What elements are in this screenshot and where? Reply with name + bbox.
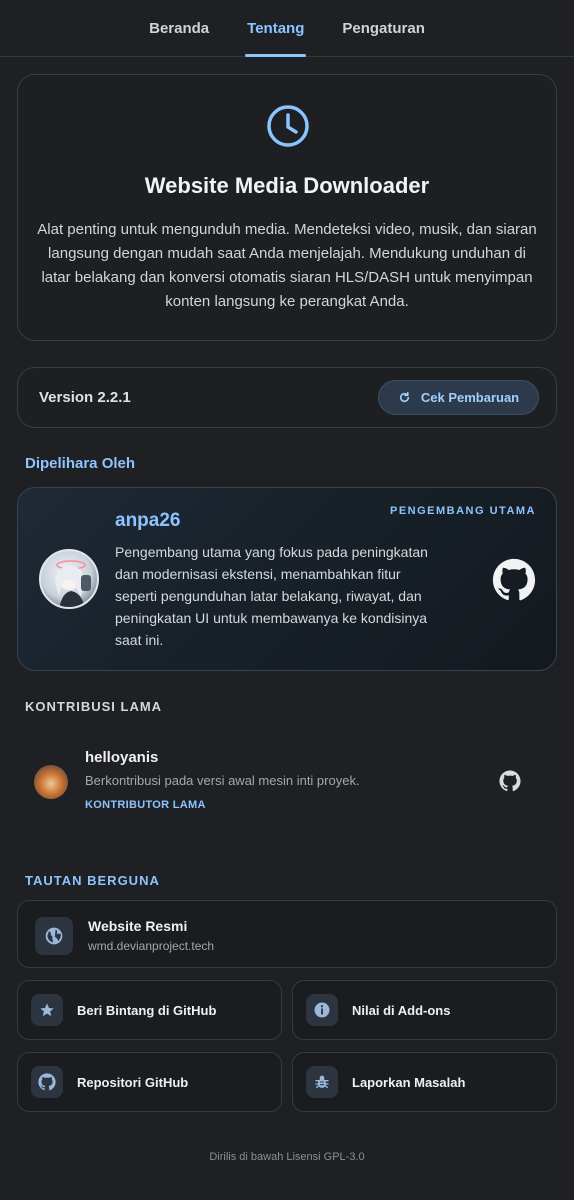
contributor-description: Berkontribusi pada versi awal mesin inti… <box>85 773 360 788</box>
website-label: Website Resmi <box>88 918 188 934</box>
official-website-link[interactable]: Website Resmi wmd.devianproject.tech <box>17 900 557 968</box>
contributor-name: helloyanis <box>85 749 159 766</box>
app-title: Website Media Downloader <box>144 173 430 198</box>
globe-icon <box>35 917 73 955</box>
tab-bar: Beranda Tentang Pengaturan <box>0 0 574 57</box>
version-label: Version 2.2.1 <box>39 389 131 406</box>
version-card: Version 2.2.1 Cek Pembaruan <box>17 367 557 428</box>
github-icon[interactable] <box>499 770 521 792</box>
report-issue-label: Laporkan Masalah <box>352 1075 466 1090</box>
contributor-avatar <box>34 765 68 799</box>
report-issue-link[interactable]: Laporkan Masalah <box>292 1052 557 1112</box>
maintained-section-title: Dipelihara Oleh <box>25 455 136 472</box>
github-icon[interactable] <box>492 558 536 602</box>
maintainer-card: anpa26 PENGEMBANG UTAMA Pengembang utama… <box>17 487 557 671</box>
check-update-label: Cek Pembaruan <box>420 390 520 405</box>
info-icon <box>306 994 338 1026</box>
check-update-button[interactable]: Cek Pembaruan <box>378 380 539 415</box>
tab-beranda[interactable]: Beranda <box>147 0 211 56</box>
star-icon <box>31 994 63 1026</box>
maintainer-description: Pengembang utama yang fokus pada peningk… <box>115 544 428 648</box>
github-repo-label: Repositori GitHub <box>77 1075 189 1090</box>
license-footer: Dirilis di bawah Lisensi GPL-3.0 <box>209 1151 365 1163</box>
website-url: wmd.devianproject.tech <box>88 939 215 953</box>
rate-addons-label: Nilai di Add-ons <box>352 1003 451 1018</box>
app-description: Alat penting untuk mengunduh media. Mend… <box>37 221 537 310</box>
refresh-icon <box>399 391 409 403</box>
rate-addons-link[interactable]: Nilai di Add-ons <box>292 980 557 1040</box>
github-repo-link[interactable]: Repositori GitHub <box>17 1052 282 1112</box>
links-section-title: TAUTAN BERGUNA <box>25 873 160 888</box>
tab-pengaturan[interactable]: Pengaturan <box>340 0 427 56</box>
maintainer-name: anpa26 <box>115 510 181 531</box>
maintainer-role: PENGEMBANG UTAMA <box>389 505 536 517</box>
bug-icon <box>306 1066 338 1098</box>
maintainer-avatar <box>39 549 99 609</box>
legacy-contributor-row: helloyanis Berkontribusi pada versi awal… <box>17 745 557 820</box>
tab-tentang[interactable]: Tentang <box>245 0 307 57</box>
clock-icon <box>267 105 309 147</box>
star-github-label: Beri Bintang di GitHub <box>77 1003 217 1018</box>
about-card: Website Media Downloader Alat penting un… <box>17 74 557 341</box>
github-icon <box>31 1066 63 1098</box>
contributor-role: KONTRIBUTOR LAMA <box>85 799 206 811</box>
star-github-link[interactable]: Beri Bintang di GitHub <box>17 980 282 1040</box>
legacy-section-title: KONTRIBUSI LAMA <box>25 699 163 714</box>
